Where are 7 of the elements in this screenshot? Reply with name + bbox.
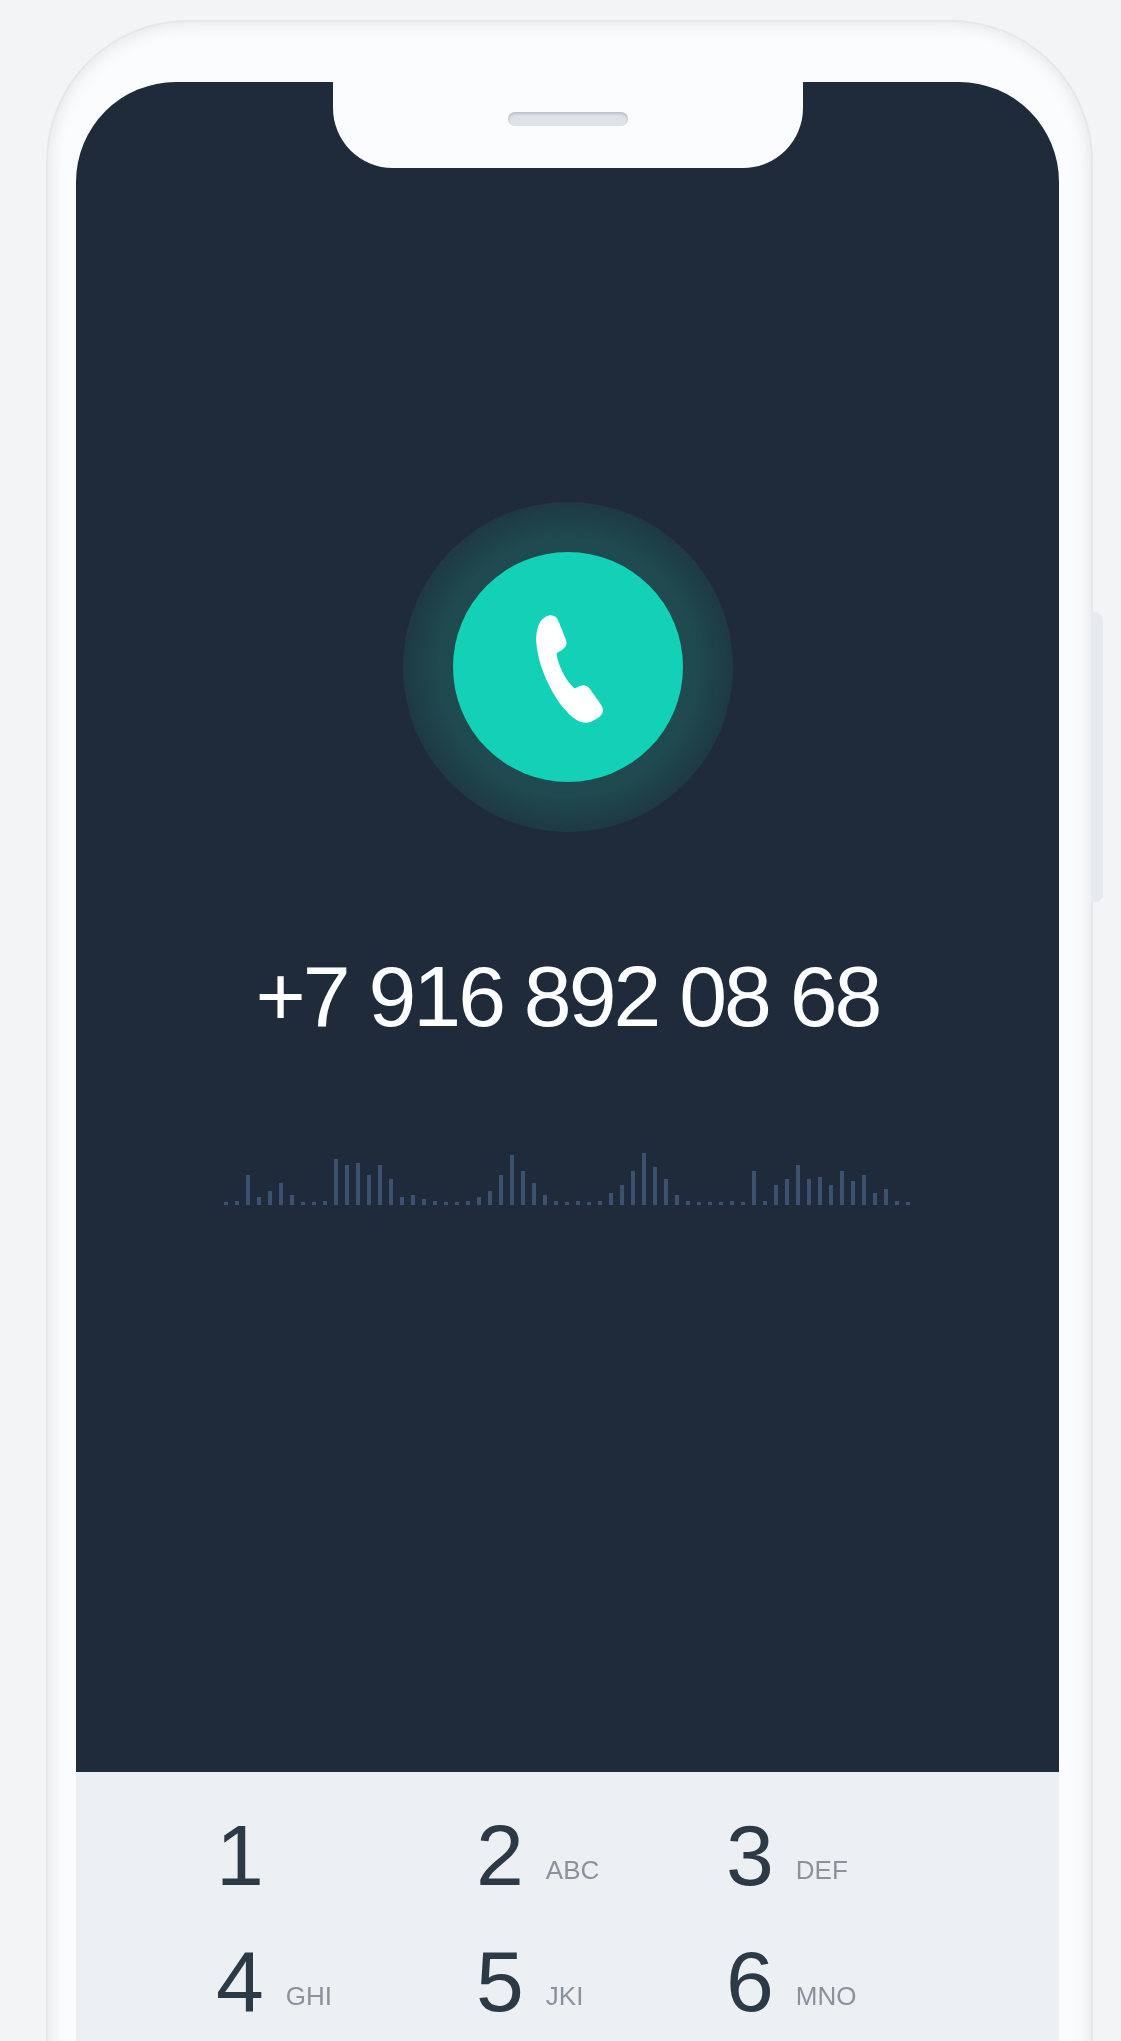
dial-key[interactable]: 1 [216,1812,476,1898]
dial-key[interactable]: 3 DEF [726,1812,976,1898]
phone-number: +7 916 892 08 68 [255,947,880,1046]
dial-key[interactable]: 6 MNO [726,1938,976,2024]
dial-key[interactable]: 4 GHI [216,1938,476,2024]
dial-key[interactable]: 5 JKI [476,1938,726,2024]
dial-key[interactable]: 2 ABC [476,1812,726,1898]
